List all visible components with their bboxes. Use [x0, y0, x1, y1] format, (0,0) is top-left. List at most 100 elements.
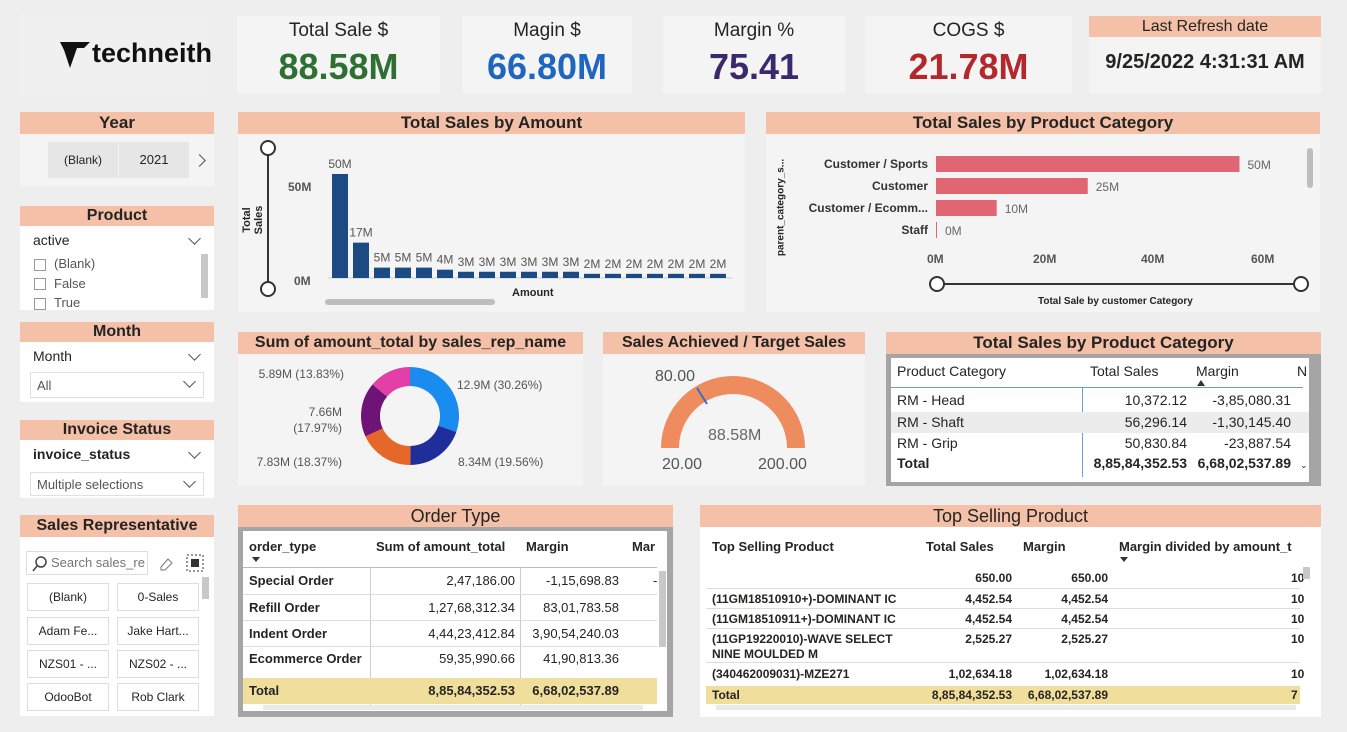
col-header[interactable]: Margin — [1023, 539, 1066, 554]
sales-rep-option[interactable]: NZS01 - ... — [27, 650, 109, 678]
bar[interactable] — [542, 271, 558, 278]
eraser-icon[interactable] — [158, 556, 174, 572]
hbar-bar[interactable] — [936, 200, 997, 216]
table-row[interactable]: (340462009031)-MZE271 1,02,634.18 1,02,6… — [706, 664, 1304, 684]
chevron-down-icon[interactable] — [188, 232, 201, 245]
table-cell: 1,02,634.18 — [1044, 667, 1108, 681]
bar[interactable] — [605, 273, 621, 278]
col-header[interactable]: order_type — [249, 539, 316, 554]
chevron-down-icon — [183, 375, 196, 388]
slider-handle-left[interactable] — [929, 276, 945, 292]
checkbox-item[interactable]: True — [34, 293, 95, 313]
month-slicer: Month Month All — [20, 322, 214, 402]
bar[interactable] — [479, 271, 495, 278]
table-row[interactable]: Indent Order 4,44,23,412.84 3,90,54,240.… — [243, 623, 657, 647]
bar[interactable] — [332, 174, 348, 278]
table-row[interactable]: 650.00 650.00 10 — [706, 571, 1304, 589]
invoice-dropdown[interactable]: Multiple selections — [30, 472, 204, 496]
slider-handle-top[interactable] — [260, 140, 276, 156]
h-scrollbar[interactable] — [325, 299, 495, 305]
bar[interactable] — [668, 273, 684, 278]
bar[interactable] — [563, 271, 579, 278]
checkbox[interactable] — [34, 278, 46, 291]
bar[interactable] — [626, 273, 642, 278]
table-row[interactable]: Special Order 2,47,186.00 -1,15,698.83 - — [243, 571, 657, 595]
donut-slice[interactable] — [410, 367, 459, 432]
bar[interactable] — [374, 267, 390, 278]
scrollbar[interactable] — [202, 577, 209, 599]
col-header[interactable]: Mar — [632, 539, 655, 554]
kpi-value: 88.58M — [278, 46, 399, 87]
bar[interactable] — [500, 271, 516, 278]
col-header[interactable]: Margin divided by amount_t — [1119, 539, 1292, 554]
sales-rep-search[interactable] — [26, 551, 148, 575]
table-row[interactable]: RM - Grip 50,830.84 -23,887.54 — [891, 435, 1309, 456]
table-row[interactable]: (11GM18510911+)-DOMINANT IC 4,452.54 4,4… — [706, 610, 1304, 629]
chevron-down-icon[interactable] — [188, 446, 201, 459]
month-dropdown[interactable]: All — [30, 372, 204, 398]
checkbox-item[interactable]: (Blank) — [34, 254, 95, 274]
chevron-down-icon[interactable] — [188, 348, 201, 361]
col-header[interactable]: N — [1297, 363, 1307, 379]
hbar-bar[interactable] — [936, 222, 937, 238]
v-scrollbar[interactable] — [659, 571, 666, 647]
hbar-bar[interactable] — [936, 156, 1240, 172]
bar-y-tick: 50M — [288, 180, 312, 194]
sales-rep-option[interactable]: 0-Sales — [117, 583, 199, 611]
table-row[interactable]: Refill Order 1,27,68,312.34 83,01,783.58 — [243, 597, 657, 621]
bar[interactable] — [647, 273, 663, 278]
v-scrollbar[interactable] — [1307, 148, 1313, 188]
donut-slice[interactable] — [410, 425, 457, 465]
sales-rep-option[interactable]: (Blank) — [27, 583, 109, 611]
col-header[interactable]: Margin — [1196, 363, 1239, 379]
bar[interactable] — [353, 242, 369, 278]
sales-rep-option[interactable]: NZS02 - ... — [117, 650, 199, 678]
table-row[interactable]: RM - Head 10,372.12 -3,85,080.31 — [891, 392, 1309, 413]
col-header[interactable]: Total Sales — [926, 539, 994, 554]
bar[interactable] — [437, 269, 453, 278]
hbar-bar[interactable] — [936, 178, 1088, 194]
col-header[interactable]: Product Category — [897, 363, 1006, 379]
bar[interactable] — [416, 267, 432, 278]
bar-data-label: 3M — [500, 255, 517, 269]
bar[interactable] — [458, 271, 474, 278]
bar[interactable] — [689, 273, 705, 278]
select-all-icon[interactable] — [186, 554, 204, 572]
chevron-down-icon[interactable]: ⌄ — [1300, 460, 1308, 471]
hbar-y-label: parent_category_s... — [775, 158, 787, 257]
col-header[interactable]: Total Sales — [1090, 363, 1158, 379]
sales-rep-option[interactable]: Jake Hart... — [117, 617, 199, 645]
year-option[interactable]: (Blank) — [48, 142, 118, 178]
checkbox[interactable] — [34, 297, 46, 310]
bar[interactable] — [710, 273, 726, 278]
bar[interactable] — [521, 271, 537, 278]
search-input[interactable] — [51, 555, 145, 570]
table-row[interactable]: (11GM18510910+)-DOMINANT IC 4,452.54 4,4… — [706, 590, 1304, 609]
range-slider[interactable] — [937, 283, 1301, 285]
sales-rep-option[interactable]: Adam Fe... — [27, 617, 109, 645]
scrollbar[interactable] — [201, 254, 208, 298]
bar[interactable] — [395, 267, 411, 278]
h-scrollbar[interactable] — [716, 705, 1296, 710]
slider-handle-bottom[interactable] — [260, 281, 276, 297]
donut-slice[interactable] — [365, 428, 411, 465]
table-row[interactable]: RM - Shaft 56,296.14 -1,30,145.40 — [891, 412, 1309, 433]
table-row[interactable]: Ecommerce Order 59,35,990.66 41,90,813.3… — [243, 648, 657, 672]
v-scrollbar[interactable] — [1303, 567, 1310, 579]
slider-handle-right[interactable] — [1293, 276, 1309, 292]
range-slider[interactable] — [267, 146, 269, 288]
col-header[interactable]: Sum of amount_total — [376, 539, 505, 554]
year-option[interactable]: 2021 — [119, 142, 189, 178]
chevron-right-icon[interactable] — [193, 154, 206, 167]
bar[interactable] — [584, 273, 600, 278]
sales-rep-option[interactable]: OdooBot — [27, 683, 109, 711]
sales-rep-option[interactable]: Rob Clark — [117, 683, 199, 711]
table-cell: RM - Grip — [897, 435, 958, 451]
checkbox[interactable] — [34, 258, 46, 271]
col-header[interactable]: Margin — [526, 539, 569, 554]
checkbox-item[interactable]: False — [34, 274, 95, 294]
table-cell: 1,27,68,312.34 — [428, 600, 515, 615]
table-row[interactable]: (11GP19220010)-WAVE SELECT NINE MOULDED … — [706, 630, 1304, 663]
h-scrollbar[interactable] — [263, 705, 643, 710]
col-header[interactable]: Top Selling Product — [712, 539, 834, 554]
